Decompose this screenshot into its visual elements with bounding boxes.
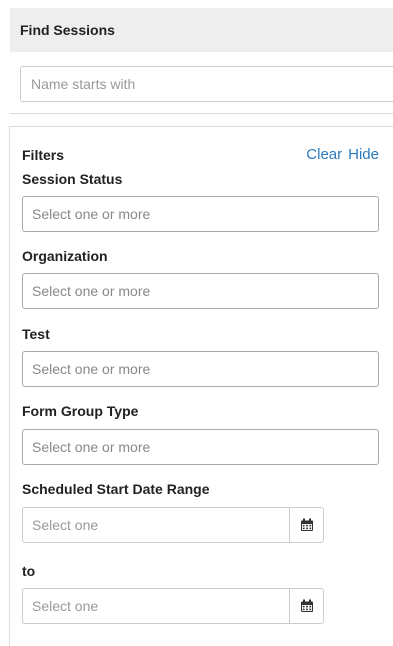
filters-panel: Filters Clear Hide Session Status Select … xyxy=(9,126,393,646)
session-status-placeholder: Select one or more xyxy=(32,206,151,222)
start-date-range-label: Scheduled Start Date Range xyxy=(22,481,210,497)
form-group-type-label: Form Group Type xyxy=(22,403,139,419)
test-placeholder: Select one or more xyxy=(32,361,151,377)
test-select[interactable]: Select one or more xyxy=(22,351,379,387)
session-status-select[interactable]: Select one or more xyxy=(22,196,379,232)
test-label: Test xyxy=(22,326,50,342)
filters-title: Filters xyxy=(22,147,65,163)
filter-actions: Clear Hide xyxy=(306,146,379,163)
form-group-type-select[interactable]: Select one or more xyxy=(22,429,379,465)
organization-placeholder: Select one or more xyxy=(32,283,151,299)
organization-label: Organization xyxy=(22,248,108,264)
hide-filters-link[interactable]: Hide xyxy=(348,146,379,163)
organization-select[interactable]: Select one or more xyxy=(22,273,379,309)
start-date-to-calendar-button[interactable] xyxy=(289,588,324,624)
name-search-input[interactable] xyxy=(20,66,393,102)
find-sessions-page: Find Sessions Filters Clear Hide Session … xyxy=(0,0,393,646)
find-sessions-body xyxy=(10,52,393,114)
clear-filters-link[interactable]: Clear xyxy=(306,146,342,163)
start-date-from-input[interactable] xyxy=(22,507,289,543)
form-group-type-placeholder: Select one or more xyxy=(32,439,151,455)
calendar-icon xyxy=(300,518,313,531)
start-date-to-group xyxy=(22,588,324,624)
find-sessions-title: Find Sessions xyxy=(20,22,115,38)
start-date-from-group xyxy=(22,507,324,543)
start-date-from-calendar-button[interactable] xyxy=(289,507,324,543)
calendar-icon xyxy=(300,599,313,612)
start-date-to-label: to xyxy=(22,563,36,579)
find-sessions-header: Find Sessions xyxy=(10,8,393,52)
start-date-to-input[interactable] xyxy=(22,588,289,624)
session-status-label: Session Status xyxy=(22,171,123,187)
